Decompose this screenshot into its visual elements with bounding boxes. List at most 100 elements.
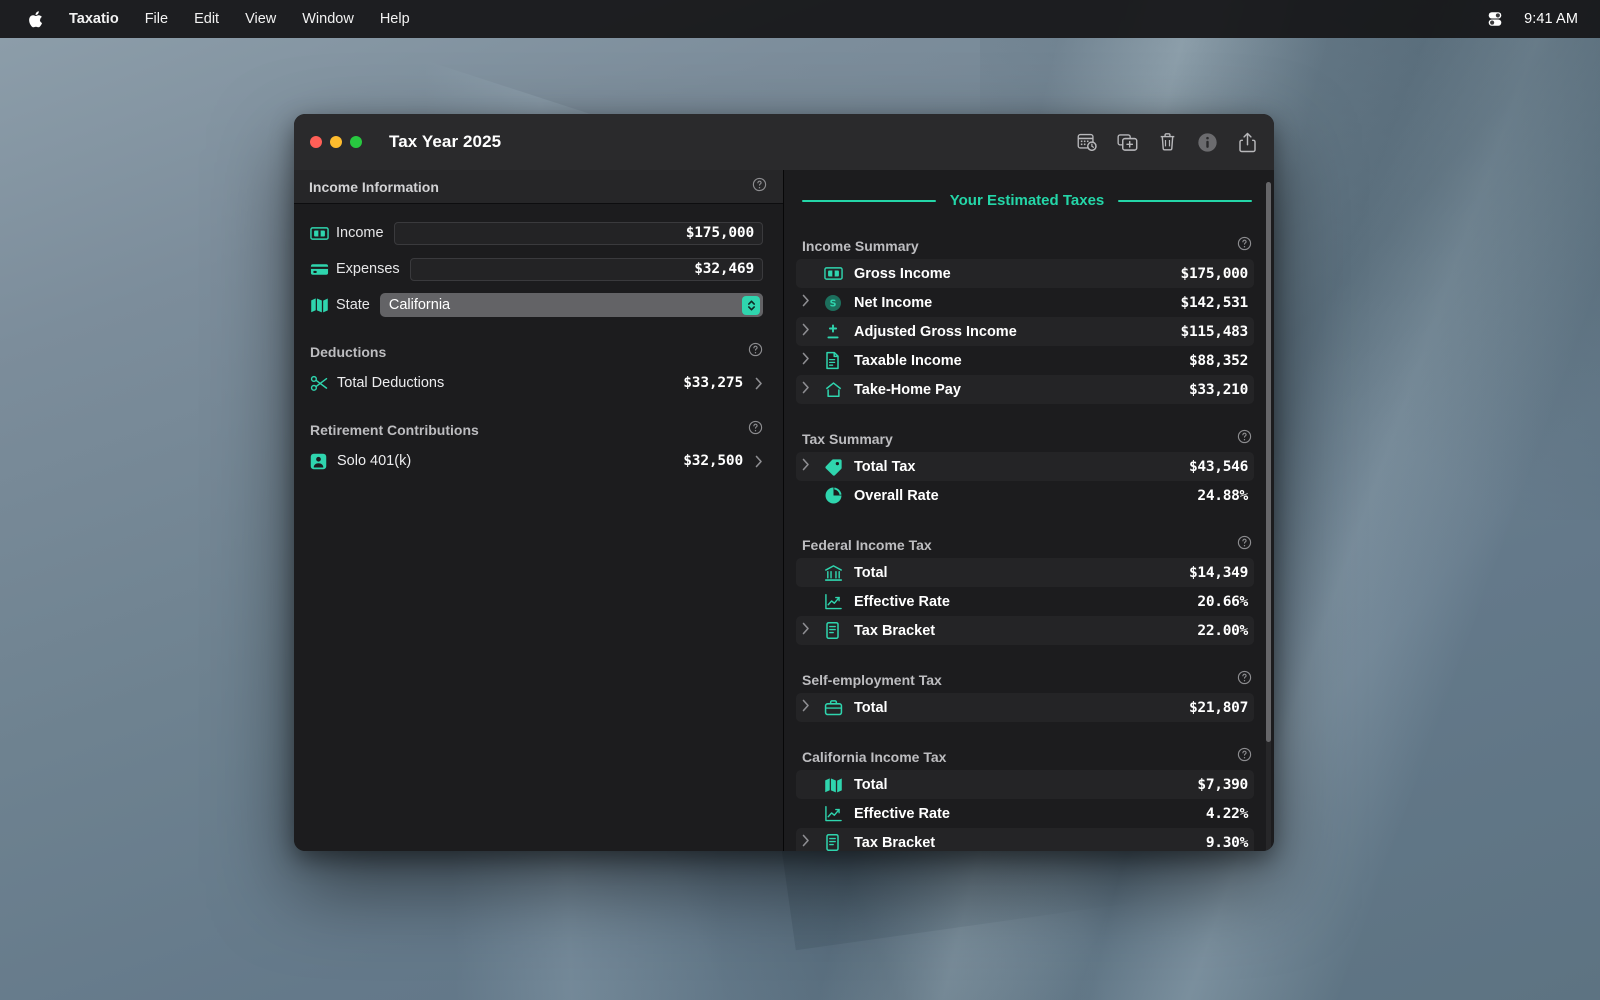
solo-401k-row[interactable]: Solo 401(k) $32,500 bbox=[310, 446, 763, 476]
row-disclosure[interactable] bbox=[802, 458, 824, 476]
chevron-right-icon[interactable] bbox=[802, 352, 810, 370]
duplicate-add-icon[interactable] bbox=[1116, 131, 1138, 153]
expenses-field-row: Expenses $32,469 bbox=[310, 254, 763, 284]
row-label: Tax Bracket bbox=[854, 834, 936, 851]
tax-row: Effective Rate 20.66% bbox=[796, 587, 1254, 616]
row-disclosure[interactable] bbox=[802, 834, 824, 852]
help-circle-icon[interactable] bbox=[1237, 535, 1252, 555]
calendar-clock-icon[interactable] bbox=[1076, 131, 1098, 153]
left-panel-header: Income Information bbox=[294, 170, 783, 204]
menu-clock: 9:41 AM bbox=[1524, 11, 1578, 27]
deductions-title: Deductions bbox=[310, 344, 387, 360]
bank-icon bbox=[824, 564, 854, 582]
state-select[interactable]: California bbox=[379, 293, 763, 317]
row-value: $88,352 bbox=[1188, 352, 1248, 369]
expenses-input[interactable]: $32,469 bbox=[409, 257, 763, 281]
menu-item-edit[interactable]: Edit bbox=[181, 0, 232, 38]
total-deductions-row[interactable]: Total Deductions $33,275 bbox=[310, 368, 763, 398]
tax-row[interactable]: Total $21,807 bbox=[796, 693, 1254, 722]
left-panel-title: Income Information bbox=[309, 178, 439, 195]
chevron-right-icon[interactable] bbox=[743, 455, 763, 468]
tax-row[interactable]: S Net Income $142,531 bbox=[796, 288, 1254, 317]
deductions-section-header: Deductions bbox=[310, 342, 763, 362]
maximize-button[interactable] bbox=[350, 136, 362, 148]
chevron-right-icon[interactable] bbox=[802, 834, 810, 852]
tax-row: Total $7,390 bbox=[796, 770, 1254, 799]
apple-logo-icon[interactable] bbox=[18, 0, 52, 38]
share-icon[interactable] bbox=[1236, 131, 1258, 153]
tax-row: Effective Rate 4.22% bbox=[796, 799, 1254, 828]
chevron-right-icon[interactable] bbox=[743, 377, 763, 390]
menu-item-view[interactable]: View bbox=[232, 0, 289, 38]
right-panel-scrollbar[interactable] bbox=[1266, 182, 1271, 851]
section-title: California Income Tax bbox=[802, 749, 947, 765]
chevron-right-icon[interactable] bbox=[802, 622, 810, 640]
tax-row[interactable]: Total Tax $43,546 bbox=[796, 452, 1254, 481]
menu-item-window[interactable]: Window bbox=[289, 0, 367, 38]
row-disclosure[interactable] bbox=[802, 622, 824, 640]
briefcase-icon bbox=[824, 699, 854, 716]
help-circle-icon[interactable] bbox=[752, 177, 767, 197]
help-circle-icon[interactable] bbox=[748, 342, 763, 362]
document-lines-icon bbox=[824, 621, 854, 640]
income-label: Income bbox=[336, 225, 384, 241]
chevron-right-icon[interactable] bbox=[802, 294, 810, 312]
tax-row[interactable]: Take-Home Pay $33,210 bbox=[796, 375, 1254, 404]
estimated-taxes-scroll: Your Estimated Taxes Income Summary Gros… bbox=[784, 170, 1274, 851]
tax-row[interactable]: Tax Bracket 9.30% bbox=[796, 828, 1254, 851]
row-disclosure[interactable] bbox=[802, 294, 824, 312]
row-value: $14,349 bbox=[1188, 564, 1248, 581]
left-panel-content: Income $175,000 Expenses $32,469 State C… bbox=[294, 204, 783, 476]
row-label: Overall Rate bbox=[854, 487, 939, 504]
chevron-right-icon[interactable] bbox=[802, 699, 810, 717]
info-icon[interactable] bbox=[1196, 131, 1218, 153]
scrollbar-thumb[interactable] bbox=[1266, 182, 1271, 742]
help-circle-icon[interactable] bbox=[1237, 429, 1252, 449]
row-value: $115,483 bbox=[1180, 323, 1249, 340]
tax-row[interactable]: Tax Bracket 22.00% bbox=[796, 616, 1254, 645]
row-disclosure[interactable] bbox=[802, 323, 824, 341]
tax-row: Total $14,349 bbox=[796, 558, 1254, 587]
menu-item-file[interactable]: File bbox=[132, 0, 181, 38]
chevron-right-icon[interactable] bbox=[802, 381, 810, 399]
help-circle-icon[interactable] bbox=[1237, 670, 1252, 690]
document-lines-icon bbox=[824, 833, 854, 851]
expenses-label: Expenses bbox=[336, 261, 400, 277]
row-label: Total bbox=[854, 776, 888, 793]
section-header: Tax Summary bbox=[796, 426, 1254, 452]
row-value: 4.22% bbox=[1205, 805, 1248, 822]
control-center-icon[interactable] bbox=[1486, 10, 1504, 28]
row-disclosure[interactable] bbox=[802, 381, 824, 399]
close-button[interactable] bbox=[310, 136, 322, 148]
heading-rule-right bbox=[1118, 199, 1252, 202]
tax-row: Overall Rate 24.88% bbox=[796, 481, 1254, 510]
row-value: $175,000 bbox=[1180, 265, 1249, 282]
menu-item-help[interactable]: Help bbox=[367, 0, 423, 38]
expenses-value: $32,469 bbox=[694, 261, 754, 277]
income-value: $175,000 bbox=[685, 225, 754, 241]
chevron-right-icon[interactable] bbox=[802, 323, 810, 341]
banknote-icon bbox=[824, 266, 854, 281]
svg-text:S: S bbox=[830, 298, 837, 309]
minimize-button[interactable] bbox=[330, 136, 342, 148]
chevron-right-icon[interactable] bbox=[802, 458, 810, 476]
menu-app-name[interactable]: Taxatio bbox=[56, 0, 132, 38]
tag-icon bbox=[824, 458, 854, 476]
row-disclosure[interactable] bbox=[802, 699, 824, 717]
help-circle-icon[interactable] bbox=[1237, 747, 1252, 767]
income-input[interactable]: $175,000 bbox=[393, 221, 763, 245]
document-icon bbox=[824, 351, 854, 370]
trash-icon[interactable] bbox=[1156, 131, 1178, 153]
tax-row[interactable]: Adjusted Gross Income $115,483 bbox=[796, 317, 1254, 346]
house-icon bbox=[824, 381, 854, 398]
desktop: Taxatio File Edit View Window Help 9:41 … bbox=[0, 0, 1600, 1000]
tax-row[interactable]: Taxable Income $88,352 bbox=[796, 346, 1254, 375]
row-disclosure[interactable] bbox=[802, 352, 824, 370]
chevron-updown-icon[interactable] bbox=[742, 295, 760, 315]
dollar-circle-icon: S bbox=[824, 294, 854, 312]
help-circle-icon[interactable] bbox=[748, 420, 763, 440]
pie-chart-icon bbox=[824, 486, 854, 505]
row-label: Effective Rate bbox=[854, 593, 950, 610]
help-circle-icon[interactable] bbox=[1237, 236, 1252, 256]
